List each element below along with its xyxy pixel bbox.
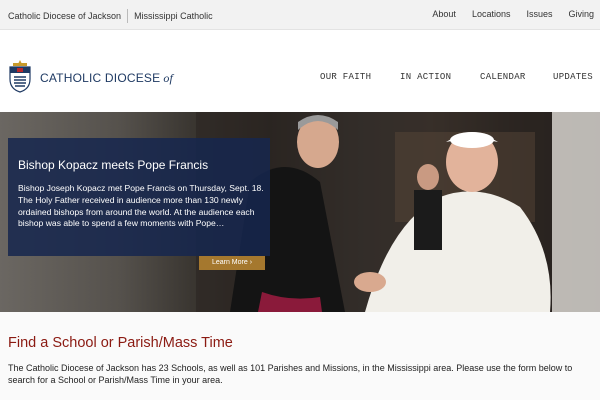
issues-link[interactable]: Issues <box>526 9 552 19</box>
hero-body: Bishop Joseph Kopacz met Pope Francis on… <box>18 183 264 229</box>
nav-calendar[interactable]: CALENDAR <box>480 72 526 82</box>
hero-title[interactable]: Bishop Kopacz meets Pope Francis <box>18 158 208 172</box>
find-heading: Find a School or Parish/Mass Time <box>8 335 233 351</box>
diocese-link[interactable]: Catholic Diocese of Jackson <box>8 11 121 21</box>
find-content <box>0 312 600 400</box>
about-link[interactable]: About <box>432 9 456 19</box>
locations-link[interactable]: Locations <box>472 9 511 19</box>
divider <box>127 9 129 23</box>
find-description: The Catholic Diocese of Jackson has 23 S… <box>8 363 573 385</box>
brand-name: CATHOLIC DIOCESE <box>40 71 161 85</box>
utility-bar: Catholic Diocese of Jackson Mississippi … <box>0 0 600 30</box>
nav-our-faith[interactable]: OUR FAITH <box>320 72 371 82</box>
diocese-shield-icon[interactable] <box>7 59 33 93</box>
mississippi-catholic-link[interactable]: Mississippi Catholic <box>134 11 213 21</box>
nav-in-action[interactable]: IN ACTION <box>400 72 451 82</box>
learn-more-button[interactable]: Learn More › <box>199 256 265 270</box>
utility-right-links: About Locations Issues Giving <box>416 9 594 19</box>
giving-link[interactable]: Giving <box>568 9 594 19</box>
brand-suffix: of <box>163 71 174 85</box>
nav-updates[interactable]: UPDATES <box>553 72 593 82</box>
utility-left-links: Catholic Diocese of Jackson Mississippi … <box>8 9 213 23</box>
hero-caption-panel: Bishop Kopacz meets Pope Francis Bishop … <box>8 138 270 256</box>
brand-wordmark[interactable]: CATHOLIC DIOCESE of <box>40 71 173 86</box>
